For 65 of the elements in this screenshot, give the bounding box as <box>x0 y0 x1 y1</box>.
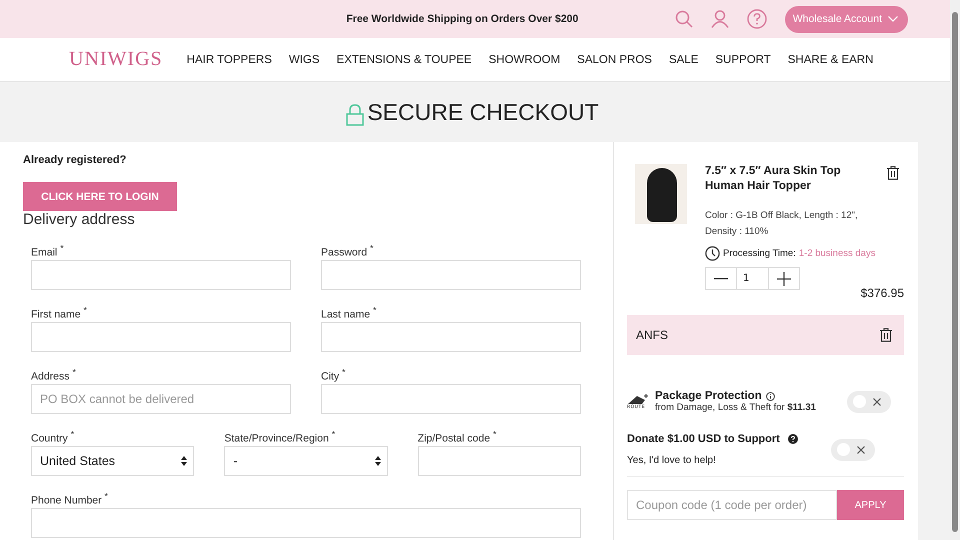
field-label: City $^{*}$ <box>321 367 346 380</box>
trash-icon[interactable] <box>880 328 892 342</box>
field-label: State/Province/Region $^{*}$ <box>224 429 336 442</box>
field-label: Address $^{*}$ <box>31 367 77 380</box>
section-heading: Delivery address <box>23 211 136 228</box>
product-title[interactable]: 7.5″ x 7.5″ Aura Skin Top Human Hair Topper <box>705 164 880 194</box>
select-field[interactable]: - <box>224 446 388 476</box>
nav-link[interactable]: EXTENSIONS & TOUPEE <box>336 54 472 66</box>
nav-link[interactable]: SALE <box>668 54 698 66</box>
field-label: Email $^{*}$ <box>31 243 65 256</box>
field-label: Zip/Postal code $^{*}$ <box>418 429 498 442</box>
sort-arrows-icon <box>181 456 188 466</box>
close-icon <box>857 446 865 454</box>
page-title: SECURE CHECKOUT <box>367 98 599 126</box>
announcement-text: Free Worldwide Shipping on Orders Over $200 <box>345 13 580 25</box>
input-field[interactable] <box>418 446 581 476</box>
field-label: Last name $^{*}$ <box>321 305 378 318</box>
field-label: Phone Number $^{*}$ <box>31 491 109 504</box>
sort-arrows-icon <box>374 456 381 466</box>
input-field[interactable] <box>31 508 581 538</box>
info-icon[interactable] <box>766 392 775 401</box>
increase-button[interactable] <box>768 267 800 290</box>
protection-toggle[interactable] <box>847 390 891 413</box>
donation-detail: Yes, I'd love to help! <box>627 455 717 466</box>
chevron-down-icon <box>888 16 898 22</box>
product-options: Color : G-1B Off Black, Length : 12", Density : 110% <box>705 208 880 240</box>
input-field[interactable]: PO BOX cannot be delivered <box>31 384 291 414</box>
plus-icon <box>777 272 791 286</box>
product-price: $376.95 <box>860 286 904 300</box>
field-label: First name $^{*}$ <box>31 305 88 318</box>
field-label: Password $^{*}$ <box>321 243 374 256</box>
discount-code: ANFS <box>636 328 668 342</box>
lock-icon <box>346 104 364 126</box>
input-field[interactable] <box>321 260 581 290</box>
input-field[interactable] <box>31 322 291 352</box>
coupon-field[interactable]: Coupon code (1 code per order) <box>627 490 837 520</box>
processing-label: Processing Time: <box>723 248 796 260</box>
login-prompt: Already registered? <box>23 154 128 166</box>
field-label: Country $^{*}$ <box>31 429 76 442</box>
nav-link[interactable]: SHOWROOM <box>488 54 560 66</box>
input-field[interactable] <box>321 384 581 414</box>
donation-title: Donate $1.00 USD to Support <box>627 433 780 446</box>
user-icon[interactable] <box>710 10 729 28</box>
donation-toggle[interactable] <box>831 438 875 461</box>
nav-link[interactable]: SALON PROS <box>577 54 652 66</box>
nav-link[interactable]: SHARE & EARN <box>788 54 874 66</box>
processing-value: 1-2 business days <box>798 248 876 260</box>
protection-title: Package Protection <box>655 390 762 402</box>
trash-icon[interactable] <box>887 166 899 180</box>
input-field[interactable] <box>321 322 581 352</box>
decrease-button[interactable] <box>705 267 737 290</box>
help-icon[interactable] <box>788 434 798 444</box>
minus-icon <box>714 278 728 280</box>
search-icon[interactable] <box>674 10 693 28</box>
select-field[interactable]: United States <box>31 446 194 476</box>
clock-icon <box>705 246 720 262</box>
product-photo-placeholder <box>635 164 687 224</box>
nav-link[interactable]: SUPPORT <box>715 54 771 66</box>
nav-link[interactable]: HAIR TOPPERS <box>186 54 272 66</box>
route-logo-icon <box>627 393 651 406</box>
site-logo[interactable]: UNIWIGS <box>69 48 163 71</box>
nav-link[interactable]: WIGS <box>288 54 320 66</box>
protection-detail: from Damage, Loss & Theft for $11.31 <box>655 402 817 414</box>
close-icon <box>873 398 881 406</box>
input-field[interactable] <box>31 260 291 290</box>
